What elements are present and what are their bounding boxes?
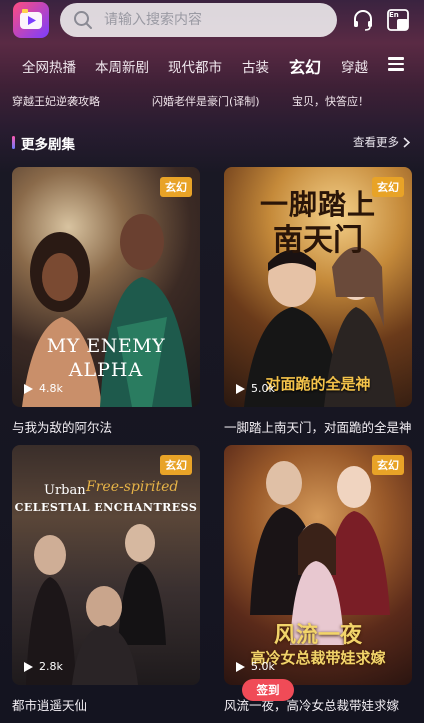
genre-badge: 玄幻	[160, 177, 192, 197]
tab-new-this-week[interactable]: 本周新剧	[95, 56, 149, 76]
search-input[interactable]	[102, 11, 306, 29]
view-count-value: 5.0k	[251, 382, 275, 395]
play-icon	[236, 661, 245, 672]
play-icon	[24, 661, 33, 672]
section-title: 更多剧集	[21, 137, 75, 153]
poster[interactable]: 一脚踏上 南天门 对面跪的全是神 玄幻 5.0k	[224, 167, 412, 407]
category-tabs: 全网热播 本周新剧 现代都市 古装 玄幻 穿越	[0, 50, 424, 82]
poster-title: Urban	[44, 483, 86, 498]
see-more-link[interactable]: 查看更多	[353, 134, 410, 150]
poster-subtitle: ALPHA	[68, 359, 144, 381]
view-count-value: 2.8k	[39, 660, 63, 673]
top-bar: En	[0, 0, 424, 44]
tab-modern-city[interactable]: 现代都市	[168, 56, 222, 76]
search-icon	[74, 11, 92, 29]
drama-card[interactable]: Urban Free-spirited CELESTIAL ENCHANTRES…	[12, 445, 200, 714]
poster-tagline: CELESTIAL ENCHANTRESS	[14, 501, 198, 514]
card-title[interactable]: 一脚踏上南天门，对面跪的全是神	[224, 417, 412, 436]
genre-badge: 玄幻	[372, 455, 404, 475]
poster-subtitle: 南天门	[273, 223, 363, 258]
translate-badge: En	[389, 11, 399, 19]
app-logo-icon[interactable]	[13, 2, 49, 38]
section-accent	[12, 136, 15, 149]
translate-icon[interactable]: En	[386, 8, 410, 32]
play-icon	[236, 383, 245, 394]
tab-costume[interactable]: 古装	[242, 56, 269, 76]
drama-card[interactable]: MY ENEMY ALPHA 玄幻 4.8k 与我为敌的阿尔法	[12, 167, 200, 436]
poster[interactable]: Urban Free-spirited CELESTIAL ENCHANTRES…	[12, 445, 200, 685]
genre-badge: 玄幻	[372, 177, 404, 197]
card-title[interactable]: 与我为敌的阿尔法	[12, 417, 200, 436]
chevron-right-icon	[403, 136, 410, 148]
poster-title: MY ENEMY	[46, 335, 166, 357]
poster-title: 风流一夜	[273, 623, 362, 648]
view-count: 2.8k	[24, 660, 63, 673]
sign-in-button[interactable]: 签到	[242, 679, 294, 701]
view-count-value: 5.0k	[251, 660, 275, 673]
poster-subtitle: Free-spirited	[86, 479, 179, 495]
ticker-item[interactable]: 宝贝，快答应！	[292, 93, 369, 109]
poster[interactable]: 风流一夜 高冷女总裁带娃求嫁 玄幻 5.0k	[224, 445, 412, 685]
ticker-item[interactable]: 穿越王妃逆袭攻略	[12, 93, 100, 109]
tab-time-travel[interactable]: 穿越	[341, 56, 368, 76]
view-count: 5.0k	[236, 660, 275, 673]
card-title[interactable]: 都市逍遥天仙	[12, 695, 200, 714]
search-bar[interactable]	[60, 3, 337, 37]
ticker-item[interactable]: 闪婚老伴是豪门(译制)	[152, 93, 260, 109]
menu-icon[interactable]	[388, 57, 404, 71]
poster[interactable]: MY ENEMY ALPHA 玄幻 4.8k	[12, 167, 200, 407]
ticker: 穿越王妃逆袭攻略 闪婚老伴是豪门(译制) 宝贝，快答应！	[0, 92, 424, 110]
see-more-label: 查看更多	[353, 135, 399, 149]
drama-card[interactable]: 风流一夜 高冷女总裁带娃求嫁 玄幻 5.0k 风流一夜，高冷女总裁带娃求嫁	[224, 445, 412, 714]
headset-icon[interactable]	[351, 8, 375, 32]
view-count: 5.0k	[236, 382, 275, 395]
tab-fantasy[interactable]: 玄幻	[289, 54, 321, 78]
view-count-value: 4.8k	[39, 382, 63, 395]
section-header: 更多剧集 查看更多	[0, 133, 424, 153]
play-icon	[24, 383, 33, 394]
genre-badge: 玄幻	[160, 455, 192, 475]
tab-hot[interactable]: 全网热播	[22, 56, 76, 76]
view-count: 4.8k	[24, 382, 63, 395]
drama-card[interactable]: 一脚踏上 南天门 对面跪的全是神 玄幻 5.0k 一脚踏上南天门，对面跪的全是神	[224, 167, 412, 436]
